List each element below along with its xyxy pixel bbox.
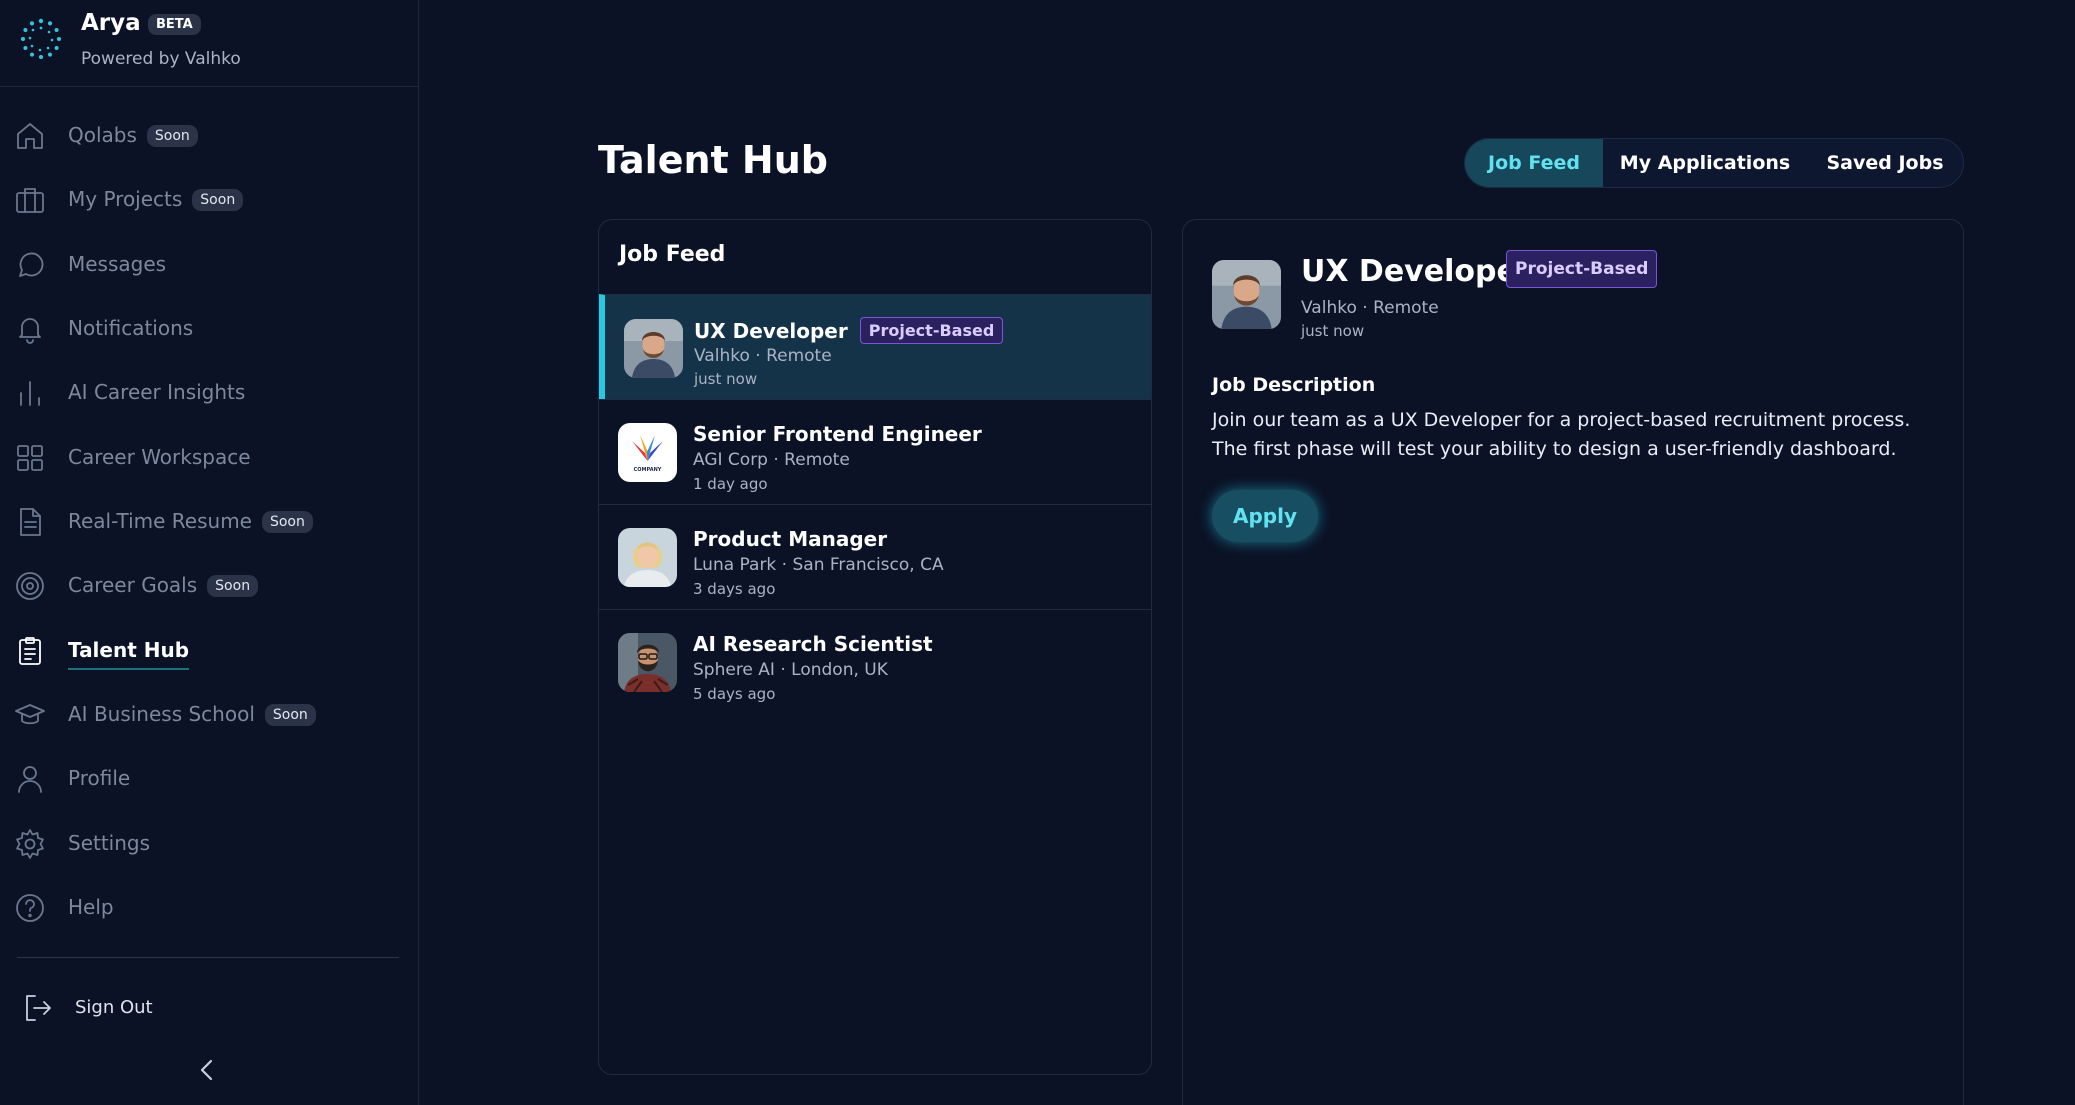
sidebar-item-messages[interactable]: Messages (0, 237, 418, 293)
sidebar-item-career-workspace[interactable]: Career Workspace (0, 430, 418, 486)
job-list-item[interactable]: COMPANY Senior Frontend Engineer AGI Cor… (599, 399, 1151, 504)
job-posted-time: 3 days ago (693, 580, 776, 598)
beta-badge: BETA (148, 14, 201, 35)
sidebar-item-settings[interactable]: Settings (0, 816, 418, 872)
sidebar-item-label: My Projects Soon (68, 187, 244, 211)
sidebar-item-career-goals[interactable]: Career Goals Soon (0, 558, 418, 614)
sidebar-item-label: Help (68, 895, 114, 919)
job-description-heading: Job Description (1212, 374, 1376, 396)
bearded-man-avatar (618, 633, 677, 692)
job-posted-time: 5 days ago (693, 685, 776, 703)
sidebar-item-label: Qolabs Soon (68, 123, 198, 147)
job-detail-posted-time: just now (1301, 322, 1365, 340)
sidebar: Arya BETA Powered by Valhko Qolabs Soon M… (0, 0, 419, 1105)
man-avatar (624, 319, 683, 378)
sidebar-item-label: AI Business School Soon (68, 702, 316, 726)
job-company-location: Sphere AI · London, UK (693, 660, 888, 680)
sidebar-item-qolabs[interactable]: Qolabs Soon (0, 108, 418, 164)
soon-badge: Soon (192, 189, 244, 211)
sidebar-item-label: Profile (68, 766, 131, 790)
svg-text:COMPANY: COMPANY (634, 467, 662, 473)
sidebar-item-my-projects[interactable]: My Projects Soon (0, 172, 418, 228)
sidebar-item-label: AI Career Insights (68, 380, 246, 404)
gear-icon (14, 828, 46, 860)
job-title: Senior Frontend Engineer (693, 422, 982, 446)
collapse-sidebar-button[interactable] (195, 1055, 219, 1085)
chevron-left-icon (200, 1059, 213, 1081)
tab-bar: Job Feed My Applications Saved Jobs (1464, 138, 1964, 188)
job-company-location: AGI Corp · Remote (693, 450, 850, 470)
soon-badge: Soon (264, 704, 316, 726)
soon-badge: Soon (146, 125, 198, 147)
company-logo: COMPANY (618, 423, 677, 482)
sidebar-item-label: Messages (68, 252, 167, 276)
job-company-location: Valhko · Remote (694, 346, 832, 366)
tab-my-applications[interactable]: My Applications (1603, 139, 1807, 187)
app-name: Arya (81, 10, 141, 36)
soon-badge: Soon (207, 575, 259, 597)
job-posted-time: just now (694, 370, 758, 388)
job-title: UX Developer Project-Based (694, 317, 1004, 344)
graduation-cap-icon (14, 699, 46, 731)
job-feed-panel: Job Feed UX Developer Project-Based Valhk… (598, 219, 1152, 1075)
man-avatar (1212, 260, 1281, 329)
sidebar-item-label: Career Goals Soon (68, 573, 259, 597)
soon-badge: Soon (261, 511, 313, 533)
sidebar-item-label: Career Workspace (68, 445, 251, 469)
brand-header: Arya BETA Powered by Valhko (0, 0, 418, 87)
job-title: AI Research Scientist (693, 632, 933, 656)
apply-button[interactable]: Apply (1212, 490, 1318, 542)
sidebar-item-label: Notifications (68, 316, 194, 340)
grid-icon (14, 442, 46, 474)
user-icon (14, 763, 46, 795)
sign-out-icon (22, 992, 54, 1024)
bell-icon (14, 313, 46, 345)
woman-avatar (618, 528, 677, 587)
sidebar-divider (17, 957, 399, 958)
sign-out-label: Sign Out (75, 997, 153, 1018)
target-icon (14, 570, 46, 602)
job-posted-time: 1 day ago (693, 475, 768, 493)
job-list-item[interactable]: UX Developer Project-Based Valhko · Remot… (599, 294, 1151, 399)
help-circle-icon (14, 892, 46, 924)
arya-logo-icon (21, 18, 61, 59)
job-description-text: Join our team as a UX Developer for a pr… (1212, 409, 1911, 460)
sidebar-item-ai-business-school[interactable]: AI Business School Soon (0, 687, 418, 743)
job-detail-panel: UX Developer Project-Based Valhko · Remo… (1182, 219, 1964, 1105)
sidebar-item-real-time-resume[interactable]: Real-Time Resume Soon (0, 494, 418, 550)
job-title: Product Manager (693, 527, 888, 551)
project-based-tag: Project-Based (1506, 250, 1658, 288)
sidebar-item-profile[interactable]: Profile (0, 751, 418, 807)
tab-job-feed[interactable]: Job Feed (1465, 139, 1603, 187)
sidebar-item-label: Settings (68, 831, 151, 855)
project-based-tag: Project-Based (859, 317, 1004, 344)
document-icon (14, 506, 46, 538)
app-subtitle: Powered by Valhko (81, 49, 241, 69)
home-icon (14, 120, 46, 152)
sidebar-item-notifications[interactable]: Notifications (0, 301, 418, 357)
job-detail-company-location: Valhko · Remote (1301, 298, 1439, 318)
sidebar-item-help[interactable]: Help (0, 880, 418, 936)
sidebar-item-talent-hub[interactable]: Talent Hub (0, 623, 418, 679)
job-detail-title: UX Developer (1301, 254, 1532, 289)
job-list-item[interactable]: AI Research Scientist Sphere AI · London… (599, 609, 1151, 714)
page-title: Talent Hub (598, 138, 828, 182)
sign-out-button[interactable]: Sign Out (0, 985, 418, 1029)
chat-bubble-icon (14, 249, 46, 281)
job-company-location: Luna Park · San Francisco, CA (693, 555, 944, 575)
bar-chart-icon (14, 377, 46, 409)
clipboard-icon (14, 635, 46, 667)
sidebar-item-label: Real-Time Resume Soon (68, 509, 313, 533)
sidebar-item-label: Talent Hub (68, 638, 190, 670)
tab-saved-jobs[interactable]: Saved Jobs (1807, 139, 1963, 187)
job-list-item[interactable]: Product Manager Luna Park · San Francisc… (599, 504, 1151, 609)
sidebar-item-ai-career-insights[interactable]: AI Career Insights (0, 365, 418, 421)
briefcase-icon (14, 184, 46, 216)
job-feed-title: Job Feed (619, 242, 726, 267)
